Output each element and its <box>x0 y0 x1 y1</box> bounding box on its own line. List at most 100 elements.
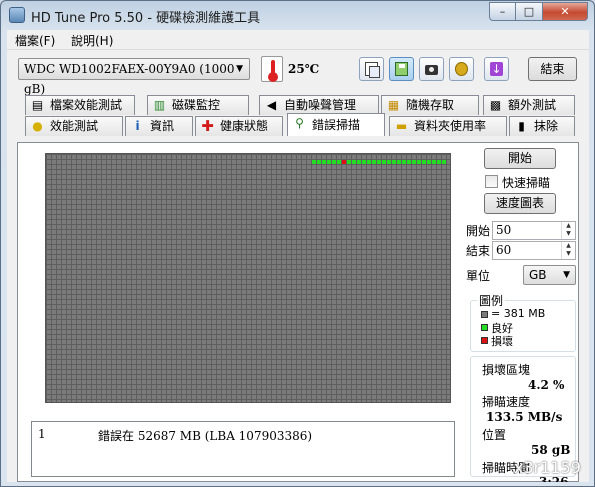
unit-select-value: GB <box>529 268 547 282</box>
scan-block-good <box>347 160 351 164</box>
log-row-text: 錯誤在 52687 MB (LBA 107903386) <box>98 429 313 443</box>
quick-scan-checkbox[interactable] <box>485 175 498 188</box>
scan-block-good <box>392 160 396 164</box>
drive-select[interactable]: WDC WD1002FAEX-00Y9A0 (1000 gB) ▼ <box>18 58 250 96</box>
end-input-value: 60 <box>496 243 512 257</box>
tab-random-access[interactable]: ▦ 隨機存取 <box>381 95 479 115</box>
tab-erase[interactable]: ▮ 抹除 <box>509 116 575 136</box>
chevron-down-icon: ▼ <box>236 64 243 74</box>
end-input[interactable]: 60 ▲ ▼ <box>492 241 576 260</box>
random-access-icon: ▦ <box>387 98 400 112</box>
magnifier-icon: ⚲ <box>295 116 304 130</box>
scan-block-good <box>357 160 361 164</box>
damaged-blocks-value: 4.2 % <box>528 378 565 392</box>
tab-benchmark[interactable]: ● 效能測試 <box>25 116 123 136</box>
chevron-down-icon: ▼ <box>563 270 570 280</box>
scan-block-map <box>45 153 451 403</box>
save-button[interactable] <box>389 57 414 81</box>
scan-block-good <box>407 160 411 164</box>
scan-block-good <box>332 160 336 164</box>
thermometer-icon <box>261 56 283 82</box>
scan-block-good <box>412 160 416 164</box>
info-icon: i <box>135 119 140 133</box>
scan-block-good <box>352 160 356 164</box>
options-icon <box>455 62 468 76</box>
spinner-arrows-icon[interactable]: ▲ ▼ <box>561 222 575 239</box>
menu-help[interactable]: 說明(H) <box>71 32 113 49</box>
legend-swatch-bad <box>481 337 488 344</box>
scan-block-good <box>397 160 401 164</box>
trash-icon: ▮ <box>518 119 525 133</box>
copy-button[interactable] <box>359 57 384 81</box>
scan-speed-value: 133.5 MB/s <box>486 410 563 424</box>
watermark: x3r1159 <box>514 458 581 477</box>
tab-extra-tests[interactable]: ▩ 額外測試 <box>483 95 575 115</box>
title-bar[interactable]: HD Tune Pro 5.50 - 硬碟檢測維護工具 – □ ✕ <box>1 1 594 29</box>
scan-block-good <box>327 160 331 164</box>
legend-swatch-block <box>481 311 488 318</box>
scan-block-good <box>312 160 316 164</box>
exit-arrow-button[interactable]: ↓ <box>484 57 509 81</box>
scan-block-good <box>337 160 341 164</box>
start-label: 開始 <box>466 224 491 238</box>
spinner-arrows-icon[interactable]: ▲ ▼ <box>561 242 575 259</box>
scan-block-good <box>387 160 391 164</box>
scan-block-good <box>402 160 406 164</box>
scan-block-good <box>442 160 446 164</box>
maximize-button[interactable]: □ <box>516 2 543 21</box>
file-benchmark-icon: ▤ <box>31 98 44 112</box>
exit-arrow-icon: ↓ <box>490 62 503 76</box>
lightbulb-icon: ● <box>32 119 43 133</box>
scan-block-good <box>362 160 366 164</box>
damaged-blocks-label: 損壞區塊 <box>482 363 531 377</box>
toolbar: WDC WD1002FAEX-00Y9A0 (1000 gB) ▼ 25℃ ↓ <box>7 50 589 96</box>
scan-block-good <box>377 160 381 164</box>
unit-label: 單位 <box>466 269 491 283</box>
copy-icon <box>365 62 380 78</box>
error-scan-panel: 1 錯誤在 52687 MB (LBA 107903386) 開始 快速掃瞄 速… <box>17 142 579 482</box>
quick-scan-label: 快速掃瞄 <box>502 176 551 190</box>
app-icon <box>9 7 25 23</box>
options-button[interactable] <box>449 57 474 81</box>
minimize-button[interactable]: – <box>489 2 516 21</box>
error-log-list[interactable]: 1 錯誤在 52687 MB (LBA 107903386) <box>31 421 455 477</box>
speaker-icon: ◀ <box>266 98 277 112</box>
extra-tests-icon: ▩ <box>489 98 502 112</box>
save-icon <box>395 62 408 76</box>
start-input-value: 50 <box>496 223 512 237</box>
scan-block-good <box>437 160 441 164</box>
drive-select-value: WDC WD1002FAEX-00Y9A0 (1000 gB) <box>24 62 235 96</box>
screenshot-button[interactable] <box>419 57 444 81</box>
health-cross-icon: ✚ <box>201 117 214 135</box>
tab-health[interactable]: ✚ 健康狀態 <box>195 116 283 136</box>
tab-folder-usage[interactable]: ▬ 資料夾使用率 <box>389 116 507 136</box>
main-client: WDC WD1002FAEX-00Y9A0 (1000 gB) ▼ 25℃ ↓ <box>7 50 589 482</box>
legend-swatch-good <box>481 324 488 331</box>
scan-block-good <box>317 160 321 164</box>
position-label: 位置 <box>482 428 507 442</box>
scan-block-good <box>432 160 436 164</box>
menu-bar: 檔案(F) 說明(H) <box>7 30 589 50</box>
app-window: HD Tune Pro 5.50 - 硬碟檢測維護工具 – □ ✕ 檔案(F) … <box>0 0 595 487</box>
tab-info[interactable]: i 資訊 <box>125 116 193 136</box>
tab-disk-monitor[interactable]: ▥ 磁碟監控 <box>147 95 249 115</box>
tab-file-benchmark[interactable]: ▤ 檔案效能測試 <box>25 95 135 115</box>
exit-button[interactable]: 結束 <box>528 57 577 81</box>
camera-icon <box>425 65 438 75</box>
start-scan-button[interactable]: 開始 <box>484 148 556 169</box>
scan-block-bad <box>342 160 346 164</box>
scan-block-good <box>422 160 426 164</box>
menu-file[interactable]: 檔案(F) <box>15 32 55 49</box>
unit-select[interactable]: GB ▼ <box>523 265 576 285</box>
tab-error-scan[interactable]: ⚲ 錯誤掃描 <box>287 113 385 136</box>
tab-noise-management[interactable]: ◀ 自動噪聲管理 <box>259 95 379 115</box>
scan-block-good <box>322 160 326 164</box>
close-button[interactable]: ✕ <box>543 2 588 21</box>
folder-icon: ▬ <box>395 119 408 133</box>
start-input[interactable]: 50 ▲ ▼ <box>492 221 576 240</box>
scan-block-good <box>372 160 376 164</box>
speed-map-button[interactable]: 速度圖表 <box>484 193 556 214</box>
scan-block-good <box>382 160 386 164</box>
scan-block-good <box>427 160 431 164</box>
log-row-number: 1 <box>38 427 46 441</box>
